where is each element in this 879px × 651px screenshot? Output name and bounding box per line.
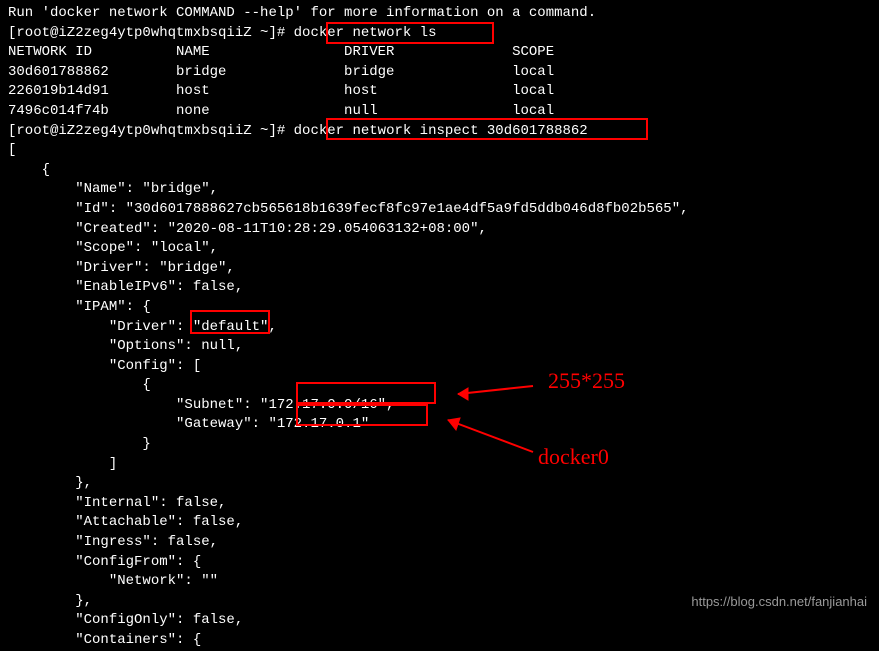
highlight-box-cmd2: [326, 118, 648, 140]
json-line: "Options": null,: [8, 337, 871, 357]
json-line: "Attachable": false,: [8, 513, 871, 533]
annotation-docker0: docker0: [538, 442, 609, 473]
watermark-text: https://blog.csdn.net/fanjianhai: [691, 593, 867, 611]
terminal-output: Run 'docker network COMMAND --help' for …: [8, 4, 871, 651]
json-line: "Driver": "bridge",: [8, 259, 871, 279]
arrow-icon: [438, 412, 538, 462]
prompt-text: [root@iZ2zeg4ytp0whqtmxbsqiiZ ~]#: [8, 123, 285, 139]
highlight-box-subnet: [296, 382, 436, 404]
json-line: "IPAM": {: [8, 298, 871, 318]
json-line: "Name": "bridge",: [8, 180, 871, 200]
json-line: "Id": "30d6017888627cb565618b1639fecf8fc…: [8, 200, 871, 220]
highlight-box-default: [190, 310, 270, 334]
json-line: "Network": "": [8, 572, 871, 592]
json-line: "Driver": "default",: [8, 318, 871, 338]
highlight-box-cmd1: [326, 22, 494, 44]
json-line: "Scope": "local",: [8, 239, 871, 259]
table-header: NETWORK ID NAME DRIVER SCOPE: [8, 43, 871, 63]
json-line: "ConfigOnly": false,: [8, 611, 871, 631]
prompt-text: [root@iZ2zeg4ytp0whqtmxbsqiiZ ~]#: [8, 25, 285, 41]
annotation-255: 255*255: [548, 366, 625, 397]
json-line: },: [8, 474, 871, 494]
table-row: 30d601788862 bridge bridge local: [8, 63, 871, 83]
json-line: "Internal": false,: [8, 494, 871, 514]
table-row: 226019b14d91 host host local: [8, 82, 871, 102]
json-line: {: [8, 161, 871, 181]
json-line: "EnableIPv6": false,: [8, 278, 871, 298]
json-line: "Created": "2020-08-11T10:28:29.05406313…: [8, 220, 871, 240]
json-line: {: [8, 376, 871, 396]
arrow-icon: [448, 382, 538, 402]
json-line: "Ingress": false,: [8, 533, 871, 553]
json-line: "Containers": {: [8, 631, 871, 651]
help-text: Run 'docker network COMMAND --help' for …: [8, 4, 871, 24]
json-line: "ConfigFrom": {: [8, 553, 871, 573]
json-line: "Config": [: [8, 357, 871, 377]
json-line: [: [8, 141, 871, 161]
highlight-box-gateway: [296, 404, 428, 426]
